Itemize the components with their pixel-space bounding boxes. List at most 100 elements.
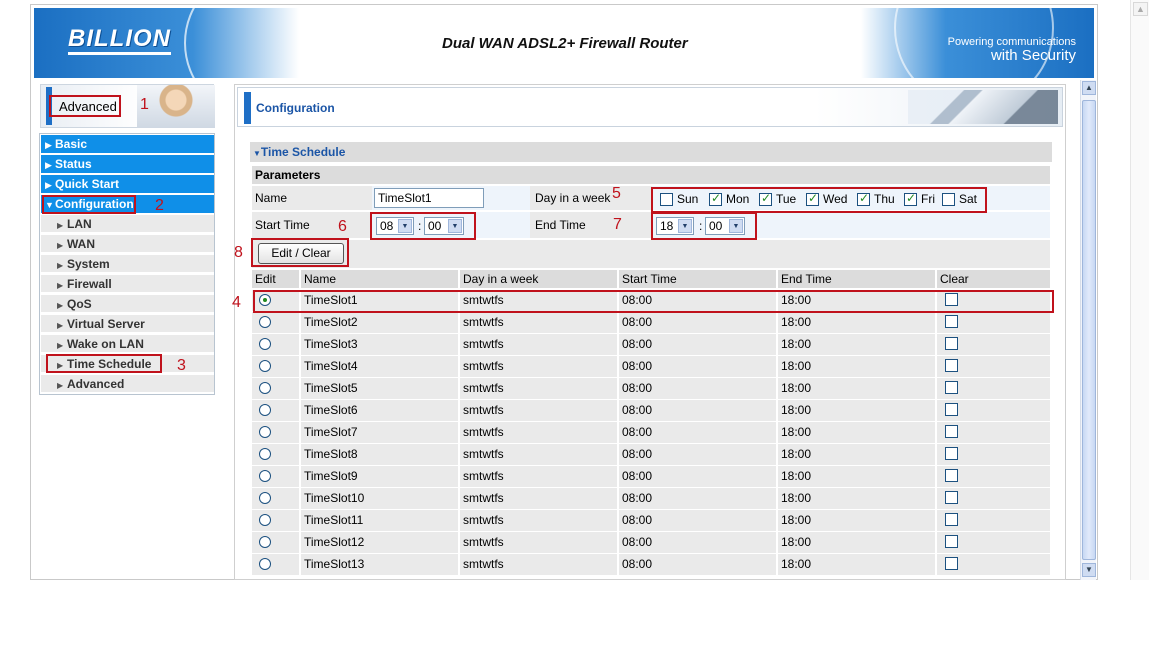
sidebar-item-advanced[interactable]: ▶ Advanced: [41, 375, 214, 393]
page-title: Configuration: [256, 101, 335, 115]
column-header: Start Time: [622, 272, 677, 286]
cell-days: smtwtfs: [460, 356, 617, 377]
edit-cell: [252, 466, 299, 487]
start-time-label: Start Time: [255, 218, 310, 232]
table-row: TimeSlot6 smtwtfs 08:00 18:00: [252, 400, 1050, 422]
sidebar-item-wake-on-lan[interactable]: ▶ Wake on LAN: [41, 335, 214, 353]
column-header: End Time: [781, 272, 832, 286]
parameters-label: Parameters: [252, 166, 1050, 184]
cell-days: smtwtfs: [460, 532, 617, 553]
section-header[interactable]: ▼Time Schedule: [250, 142, 1052, 162]
cell-start: 08:00: [619, 444, 776, 465]
name-input[interactable]: [374, 188, 484, 208]
sidebar-item-lan[interactable]: ▶ LAN: [41, 215, 214, 233]
sidebar-item-status[interactable]: ▶ Status: [41, 155, 214, 173]
edit-cell: [252, 488, 299, 509]
clear-checkbox[interactable]: [945, 337, 958, 350]
clear-checkbox[interactable]: [945, 359, 958, 372]
end-time-label: End Time: [535, 218, 586, 232]
header-banner: BILLION Dual WAN ADSL2+ Firewall Router …: [34, 8, 1094, 78]
advanced-mode-button[interactable]: Advanced: [49, 95, 121, 117]
clear-checkbox[interactable]: [945, 557, 958, 570]
sidebar-item-system[interactable]: ▶ System: [41, 255, 214, 273]
table-row: TimeSlot11 smtwtfs 08:00 18:00: [252, 510, 1050, 532]
clear-cell: [937, 422, 1050, 443]
clear-checkbox[interactable]: [945, 469, 958, 482]
annotation-box: [651, 212, 757, 240]
edit-radio[interactable]: [259, 360, 271, 372]
cell-start: 08:00: [619, 422, 776, 443]
edit-radio[interactable]: [259, 448, 271, 460]
sidebar-item-firewall[interactable]: ▶ Firewall: [41, 275, 214, 293]
cell-name: TimeSlot11: [301, 510, 458, 531]
edit-radio[interactable]: [259, 316, 271, 328]
column-header: Name: [304, 272, 337, 286]
table-row: TimeSlot9 smtwtfs 08:00 18:00: [252, 466, 1050, 488]
clear-checkbox[interactable]: [945, 447, 958, 460]
cell-days: smtwtfs: [460, 312, 617, 333]
clear-cell: [937, 554, 1050, 575]
clear-cell: [937, 532, 1050, 553]
cell-name: TimeSlot5: [301, 378, 458, 399]
clear-checkbox[interactable]: [945, 491, 958, 504]
edit-radio[interactable]: [259, 492, 271, 504]
clear-checkbox[interactable]: [945, 403, 958, 416]
tagline-line-2: with Security: [990, 47, 1076, 64]
edit-radio[interactable]: [259, 470, 271, 482]
sidebar-item-label: QoS: [67, 297, 92, 311]
triangle-right-icon: ▶: [57, 261, 64, 270]
edit-radio[interactable]: [259, 382, 271, 394]
cell-start: 08:00: [619, 554, 776, 575]
cell-name: TimeSlot2: [301, 312, 458, 333]
triangle-right-icon: ▶: [57, 301, 64, 310]
annotation-box: [651, 187, 987, 213]
cell-start: 08:00: [619, 356, 776, 377]
day-label: Day in a week: [535, 191, 611, 205]
cell-start: 08:00: [619, 334, 776, 355]
clear-checkbox[interactable]: [945, 513, 958, 526]
clear-cell: [937, 356, 1050, 377]
sidebar-item-wan[interactable]: ▶ WAN: [41, 235, 214, 253]
sidebar-item-virtual-server[interactable]: ▶ Virtual Server: [41, 315, 214, 333]
cell-end: 18:00: [778, 356, 935, 377]
annotation-number: 5: [612, 185, 621, 202]
annotation-number: 1: [140, 96, 149, 113]
sidebar-item-label: Status: [55, 157, 92, 171]
edit-radio[interactable]: [259, 536, 271, 548]
cell-days: smtwtfs: [460, 422, 617, 443]
edit-cell: [252, 422, 299, 443]
scroll-up-icon[interactable]: ▲: [1133, 2, 1148, 16]
schedule-table: TimeSlot1 smtwtfs 08:00 18:00 TimeSlot2 smtwt…: [252, 290, 1050, 580]
annotation-number: 7: [613, 216, 622, 233]
cell-name: TimeSlot13: [301, 554, 458, 575]
edit-radio[interactable]: [259, 426, 271, 438]
edit-cell: [252, 378, 299, 399]
name-label: Name: [255, 191, 288, 205]
scroll-down-icon[interactable]: ▼: [1082, 563, 1096, 577]
edit-radio[interactable]: [259, 558, 271, 570]
tagline: Powering communications with Security: [948, 36, 1076, 64]
clear-cell: [937, 400, 1050, 421]
edit-radio[interactable]: [259, 404, 271, 416]
sidebar-item-label: Firewall: [67, 277, 112, 291]
outer-scrollbar[interactable]: ▲: [1130, 0, 1149, 580]
cell-end: 18:00: [778, 400, 935, 421]
sidebar-item-basic[interactable]: ▶ Basic: [41, 135, 214, 153]
clear-checkbox[interactable]: [945, 535, 958, 548]
clear-cell: [937, 488, 1050, 509]
content-scrollbar[interactable]: ▲ ▼: [1080, 80, 1096, 580]
cell-days: smtwtfs: [460, 466, 617, 487]
table-row: TimeSlot3 smtwtfs 08:00 18:00: [252, 334, 1050, 356]
sidebar-item-qos[interactable]: ▶ QoS: [41, 295, 214, 313]
clear-checkbox[interactable]: [945, 315, 958, 328]
clear-checkbox[interactable]: [945, 425, 958, 438]
cell-end: 18:00: [778, 312, 935, 333]
cell-days: smtwtfs: [460, 488, 617, 509]
annotation-number: 6: [338, 218, 347, 235]
scroll-up-icon[interactable]: ▲: [1082, 81, 1096, 95]
sidebar-item-quick-start[interactable]: ▶ Quick Start: [41, 175, 214, 193]
edit-radio[interactable]: [259, 338, 271, 350]
edit-radio[interactable]: [259, 514, 271, 526]
clear-checkbox[interactable]: [945, 381, 958, 394]
scroll-thumb[interactable]: [1082, 100, 1096, 560]
